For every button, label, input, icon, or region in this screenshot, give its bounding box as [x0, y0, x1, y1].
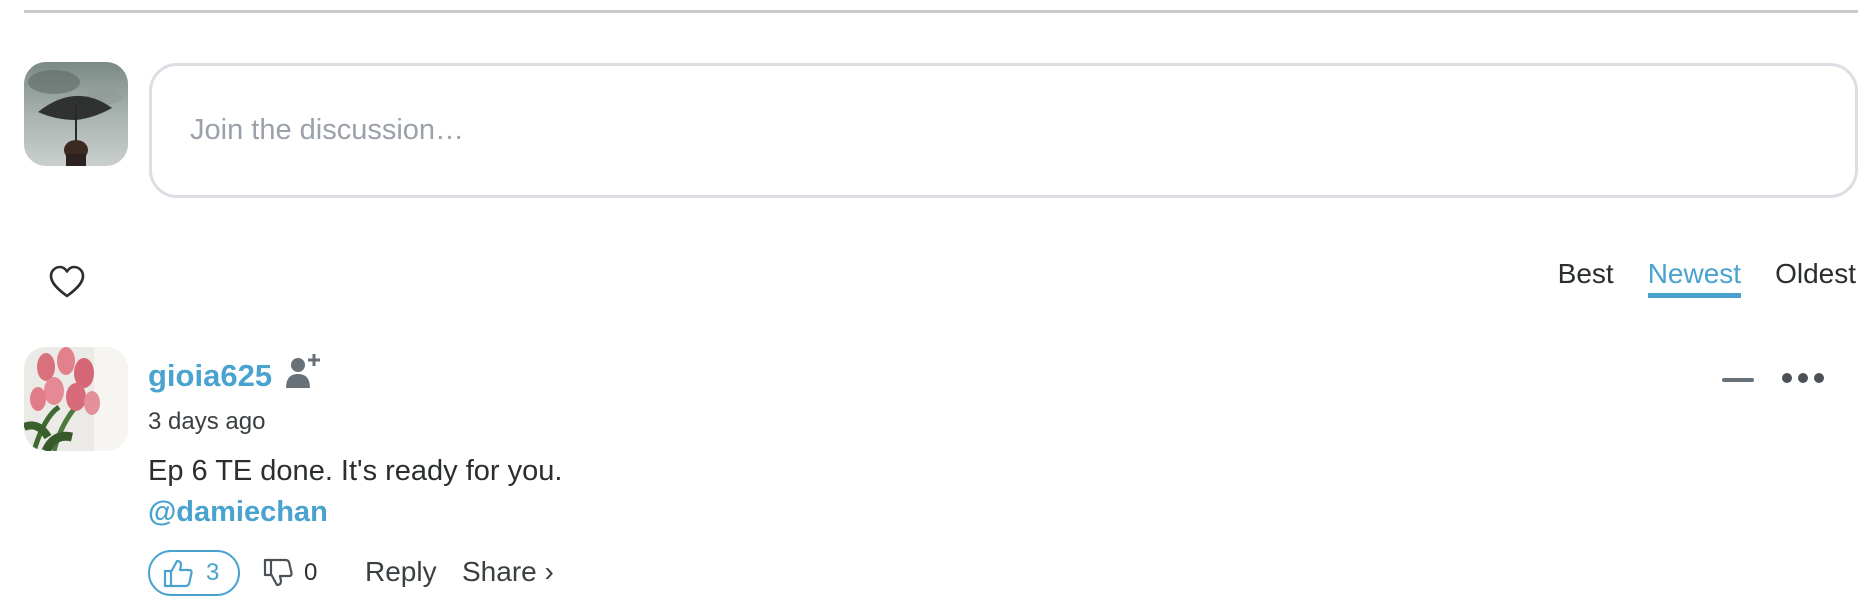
comment-body: Ep 6 TE done. It's ready for you.: [148, 455, 563, 487]
downvote-button[interactable]: 0: [262, 553, 332, 593]
comment-composer[interactable]: [149, 63, 1858, 198]
more-options-icon: [1782, 373, 1824, 383]
follow-button[interactable]: [284, 350, 324, 390]
tab-oldest[interactable]: Oldest: [1775, 258, 1856, 298]
upvote-count: 3: [206, 559, 220, 586]
thumbs-down-icon: [263, 558, 293, 587]
tab-newest[interactable]: Newest: [1647, 258, 1742, 298]
more-options-button[interactable]: [1780, 366, 1826, 390]
downvote-count: 0: [304, 559, 318, 586]
sort-tabs: Best Newest Oldest: [1558, 258, 1856, 298]
collapse-icon[interactable]: [1722, 368, 1754, 392]
follow-user-icon: [286, 354, 320, 388]
heart-icon: [49, 265, 85, 298]
comment-author-avatar[interactable]: [24, 347, 128, 451]
recommend-button[interactable]: [48, 264, 86, 300]
comment-input[interactable]: [190, 66, 1790, 195]
current-user-avatar[interactable]: [24, 62, 128, 166]
tab-best[interactable]: Best: [1558, 258, 1614, 298]
share-button[interactable]: Share ›: [462, 556, 554, 588]
reply-button[interactable]: Reply: [365, 556, 437, 588]
comment-timestamp[interactable]: 3 days ago: [148, 408, 265, 436]
user-mention-link[interactable]: @damiechan: [148, 496, 328, 529]
top-divider: [24, 10, 1858, 13]
thumbs-up-icon: [163, 559, 193, 588]
upvote-button[interactable]: 3: [148, 550, 240, 596]
comment-author-name[interactable]: gioia625: [148, 358, 272, 394]
